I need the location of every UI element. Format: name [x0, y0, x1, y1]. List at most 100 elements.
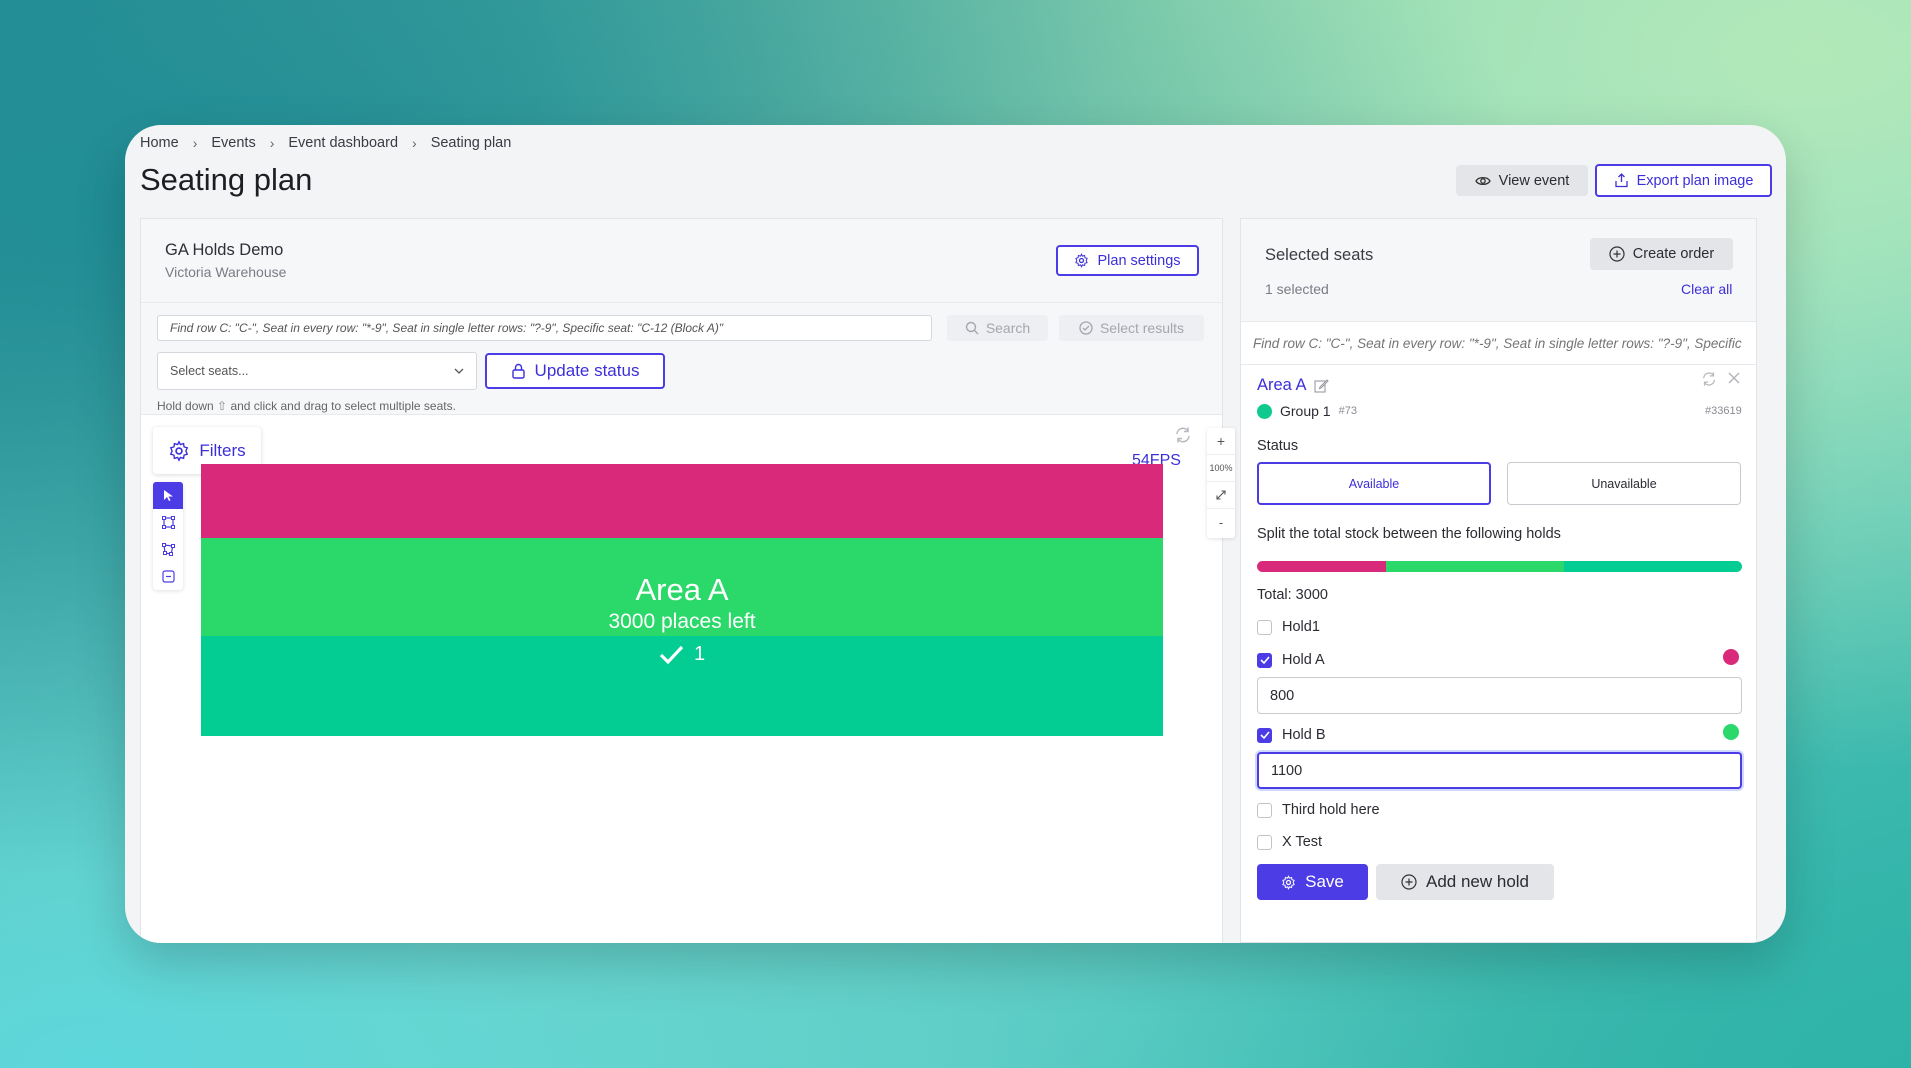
zoom-controls: + 100% -	[1207, 428, 1235, 538]
select-results-label: Select results	[1099, 320, 1185, 336]
shift-key-icon: ⇧	[217, 399, 228, 413]
hold-a-color-dot	[1723, 649, 1739, 665]
status-unavailable-button[interactable]: Unavailable	[1507, 462, 1741, 505]
third-hold-checkbox[interactable]	[1257, 802, 1272, 818]
hold-split-bar	[1257, 561, 1742, 572]
checkmark-icon	[659, 645, 684, 664]
breadcrumb-events[interactable]: Events	[211, 135, 255, 151]
selected-seats-header: Selected seats 1 selected Create order C…	[1241, 219, 1756, 322]
hold-option-hold-a[interactable]: Hold A	[1257, 652, 1325, 668]
hold-option-x-test[interactable]: X Test	[1257, 834, 1322, 850]
status-available-button[interactable]: Available	[1257, 462, 1491, 505]
add-new-hold-button[interactable]: Add new hold	[1376, 864, 1554, 900]
update-status-button[interactable]: Update status	[485, 353, 665, 389]
selected-count: 1	[693, 643, 706, 665]
gear-icon	[1282, 874, 1295, 890]
area-name: Area A	[635, 572, 729, 607]
find-selected-input[interactable]	[1241, 323, 1756, 365]
plan-settings-label: Plan settings	[1097, 252, 1181, 269]
lock-icon	[511, 363, 525, 379]
refresh-icon[interactable]	[1701, 371, 1717, 387]
rectangle-select-tool[interactable]	[153, 509, 183, 536]
select-seats-placeholder: Select seats...	[170, 364, 249, 378]
chevron-right-icon: ›	[192, 135, 198, 151]
selected-count-label: 1 selected	[1265, 281, 1329, 297]
polygon-select-tool[interactable]	[153, 536, 183, 563]
gear-icon	[170, 439, 189, 462]
rectangle-select-icon	[161, 516, 175, 529]
hold-a-label: Hold A	[1282, 652, 1325, 668]
app-window: Home › Events › Event dashboard › Seatin…	[125, 125, 1786, 943]
hold-b-label: Hold B	[1282, 727, 1326, 743]
deselect-tool[interactable]	[153, 563, 183, 590]
hold-option-hold1[interactable]: Hold1	[1257, 619, 1320, 635]
hold-b-checkbox[interactable]	[1257, 727, 1272, 743]
chevron-right-icon: ›	[269, 135, 275, 151]
zoom-out-button[interactable]: -	[1207, 509, 1235, 536]
search-button[interactable]: Search	[947, 315, 1048, 341]
save-label: Save	[1305, 872, 1344, 891]
eye-icon	[1474, 176, 1491, 185]
select-seats-dropdown[interactable]: Select seats...	[157, 352, 477, 390]
hint-text-start: Hold down	[157, 399, 214, 413]
select-results-button[interactable]: Select results	[1059, 315, 1204, 341]
zoom-in-button[interactable]: +	[1207, 428, 1235, 455]
plan-toolbar: Search Select results Select seats... Up…	[141, 303, 1222, 415]
hold-a-quantity-input[interactable]	[1257, 677, 1742, 714]
plan-venue: Victoria Warehouse	[165, 264, 287, 280]
save-button[interactable]: Save	[1257, 864, 1368, 900]
multi-select-hint: Hold down ⇧ and click and drag to select…	[157, 399, 456, 413]
pointer-tool[interactable]	[153, 482, 183, 509]
selected-seats-panel: Selected seats 1 selected Create order C…	[1240, 218, 1757, 943]
refresh-icon[interactable]	[1174, 426, 1192, 444]
group-color-dot	[1257, 403, 1272, 419]
area-hold-stripe-1[interactable]	[201, 464, 1163, 538]
group-ref: #73	[1338, 405, 1357, 417]
plan-header: GA Holds Demo Victoria Warehouse Plan se…	[141, 219, 1222, 303]
breadcrumb-home[interactable]: Home	[140, 135, 179, 151]
split-segment-2	[1386, 561, 1565, 572]
close-icon[interactable]	[1727, 371, 1741, 385]
hold-option-third[interactable]: Third hold here	[1257, 802, 1380, 818]
places-left: 3000 places left	[608, 610, 756, 633]
third-hold-label: Third hold here	[1282, 802, 1380, 818]
fit-to-screen-button[interactable]	[1207, 482, 1235, 509]
search-label: Search	[985, 320, 1031, 336]
create-order-button[interactable]: Create order	[1590, 238, 1733, 270]
view-event-button[interactable]: View event	[1456, 165, 1588, 196]
plus-circle-icon	[1401, 874, 1417, 890]
hold1-checkbox[interactable]	[1257, 619, 1272, 635]
add-new-hold-label: Add new hold	[1425, 872, 1530, 891]
breadcrumb-event-dashboard[interactable]: Event dashboard	[288, 135, 398, 151]
export-plan-image-button[interactable]: Export plan image	[1595, 164, 1772, 197]
find-seats-input[interactable]	[157, 315, 932, 341]
search-icon	[965, 321, 979, 335]
clear-all-link[interactable]: Clear all	[1681, 281, 1732, 297]
selected-seats-title: Selected seats	[1265, 246, 1374, 264]
minus-square-icon	[161, 570, 175, 583]
cursor-icon	[163, 490, 173, 501]
page-title: Seating plan	[140, 162, 313, 197]
hold-b-quantity-input[interactable]	[1257, 752, 1742, 789]
plus-circle-icon	[1609, 246, 1625, 262]
gear-icon	[1075, 253, 1089, 268]
seating-canvas[interactable]: Filters + 100% - 54FPS Area A 3000 place…	[141, 416, 1235, 943]
area-title: Area A	[1257, 376, 1329, 395]
create-order-label: Create order	[1632, 246, 1715, 262]
hold-a-checkbox[interactable]	[1257, 652, 1272, 668]
hold-option-hold-b[interactable]: Hold B	[1257, 727, 1326, 743]
seating-plan-panel: GA Holds Demo Victoria Warehouse Plan se…	[140, 218, 1235, 943]
x-test-checkbox[interactable]	[1257, 834, 1272, 850]
filters-label: Filters	[199, 440, 246, 460]
area-title-label[interactable]: Area A	[1257, 376, 1307, 395]
scrollbar[interactable]	[1761, 218, 1775, 943]
hold1-label: Hold1	[1282, 619, 1320, 635]
edit-icon[interactable]	[1313, 378, 1329, 393]
plan-settings-button[interactable]: Plan settings	[1056, 245, 1199, 276]
split-label: Split the total stock between the follow…	[1257, 526, 1561, 542]
plan-name: GA Holds Demo	[165, 241, 284, 259]
chevron-down-icon	[454, 368, 464, 374]
expand-icon	[1216, 490, 1226, 500]
area-actions	[1701, 371, 1741, 387]
export-icon	[1614, 173, 1628, 188]
